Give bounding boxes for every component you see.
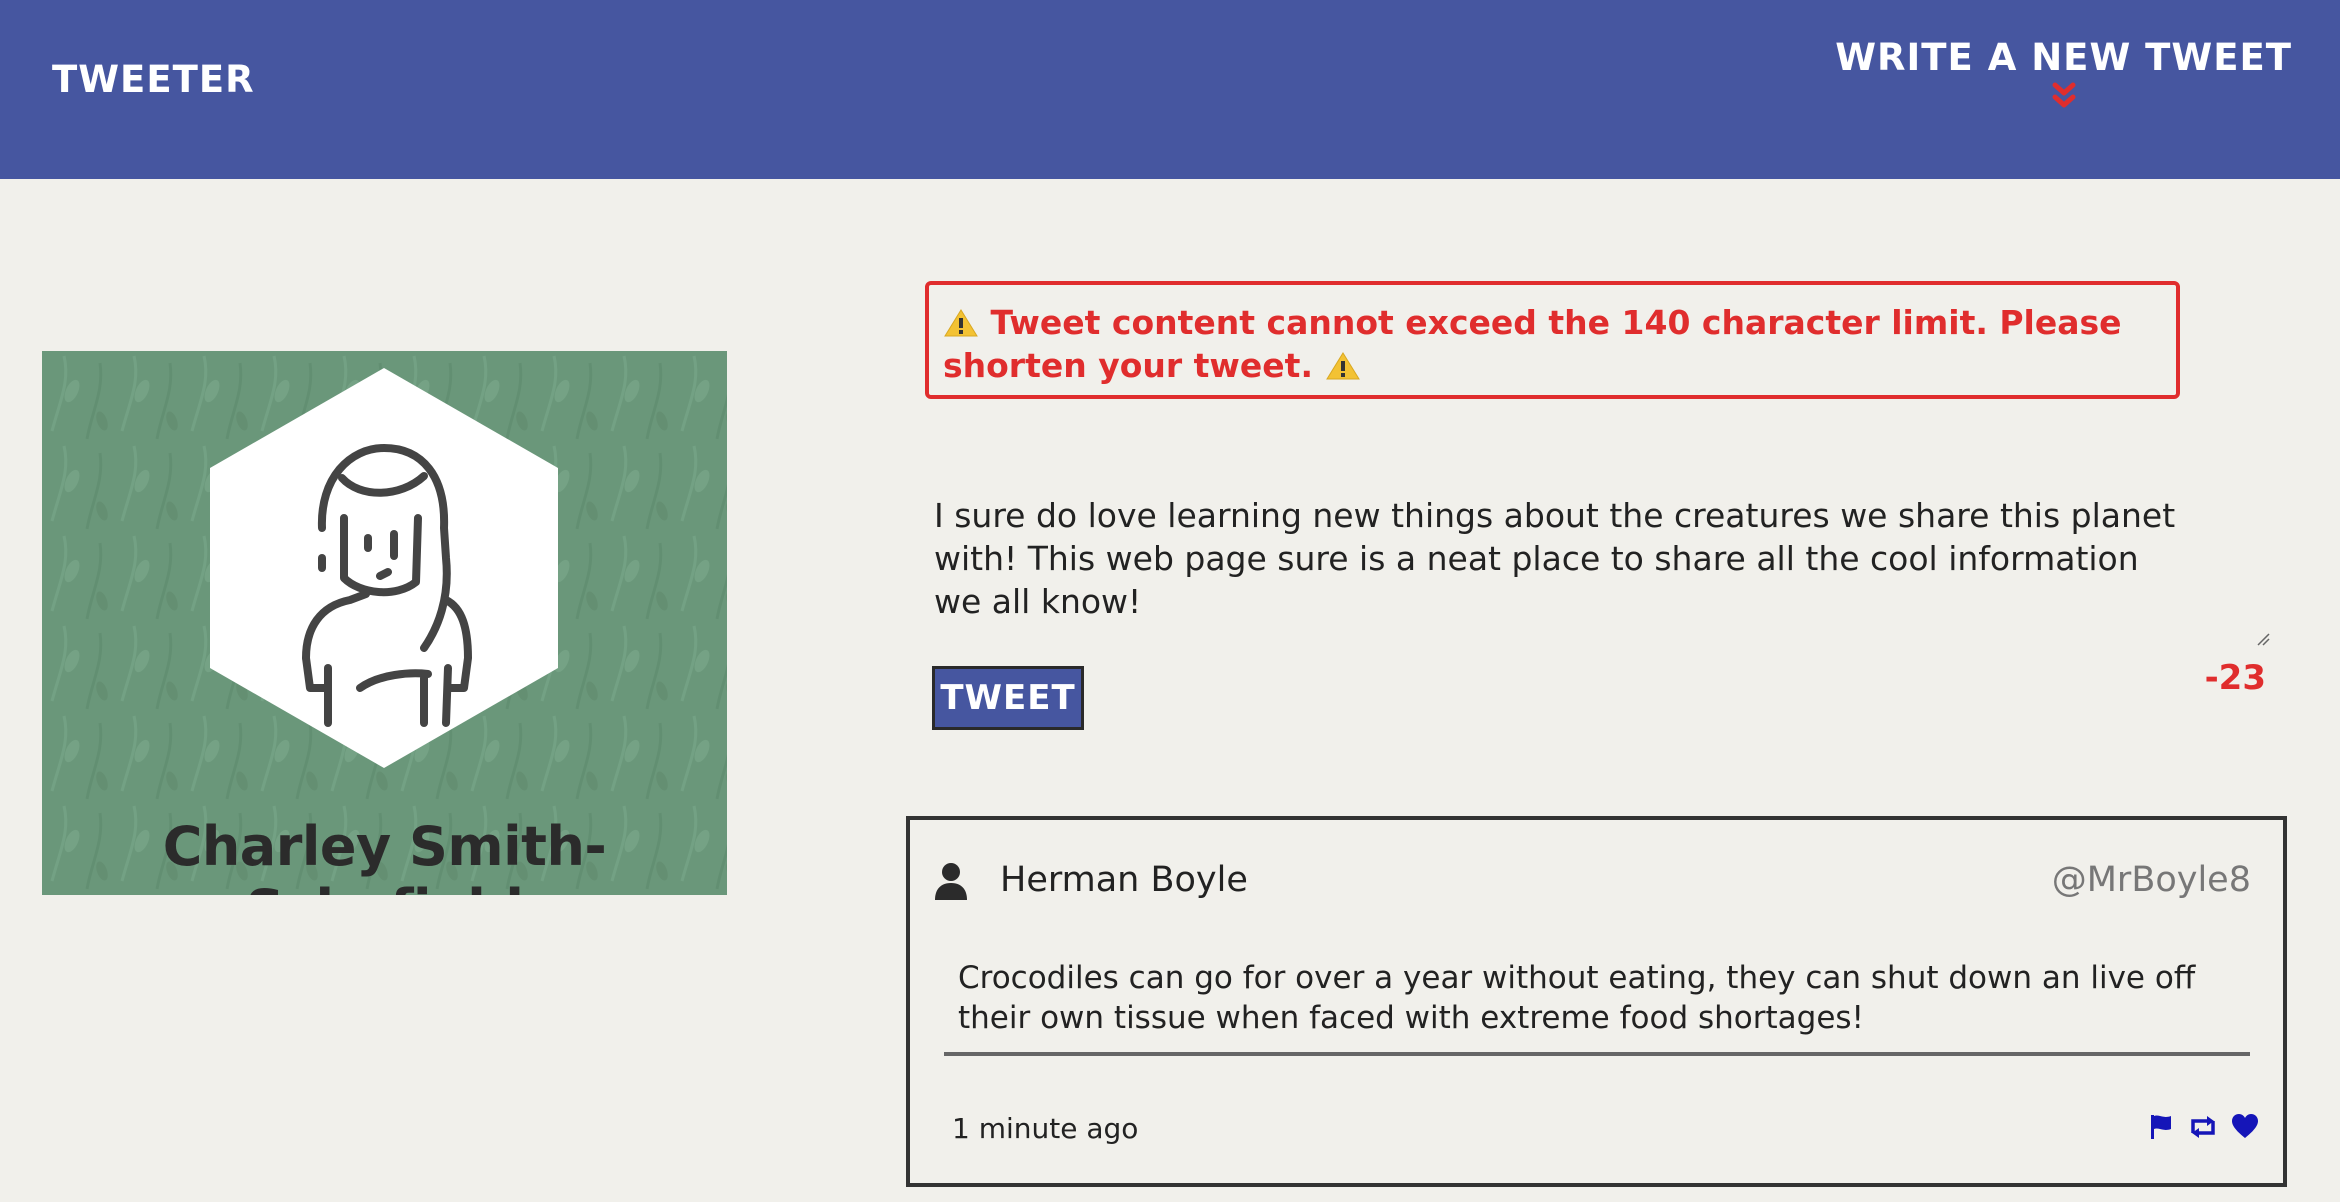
error-message: Tweet content cannot exceed the 140 char… [925, 281, 2180, 399]
warning-icon [1325, 352, 1360, 380]
heart-icon[interactable] [2231, 1113, 2259, 1141]
character-counter: -23 [2204, 658, 2266, 698]
tweet-card: Herman Boyle @MrBoyle8 Crocodiles can go… [906, 816, 2287, 1187]
top-nav: TWEETER WRITE A NEW TWEET [0, 0, 2340, 179]
brand-logo[interactable]: TWEETER [52, 58, 255, 101]
tweet-author: Herman Boyle [1000, 860, 1248, 900]
flag-icon[interactable] [2147, 1113, 2175, 1141]
resize-handle-icon[interactable] [2256, 632, 2270, 646]
double-chevron-down-icon [2052, 82, 2076, 108]
tweet-textarea[interactable]: I sure do love learning new things about… [932, 492, 2186, 646]
profile-card: Charley Smith-Schofield [42, 351, 727, 895]
tweet-content: Crocodiles can go for over a year withou… [958, 960, 2196, 1036]
avatar [210, 368, 558, 768]
write-new-tweet-button[interactable]: WRITE A NEW TWEET [1835, 36, 2292, 113]
tweet-timestamp: 1 minute ago [952, 1112, 1139, 1145]
user-icon [935, 863, 967, 900]
error-text: Tweet content cannot exceed the 140 char… [943, 303, 2122, 385]
profile-name: Charley Smith-Schofield [162, 815, 607, 895]
tweet-divider [944, 1052, 2250, 1056]
tweet-handle: @MrBoyle8 [2051, 860, 2251, 900]
write-new-tweet-label: WRITE A NEW TWEET [1835, 36, 2292, 79]
warning-icon [944, 309, 978, 337]
tweet-actions [2147, 1113, 2259, 1141]
retweet-icon[interactable] [2187, 1113, 2219, 1141]
tweet-submit-button[interactable]: TWEET [932, 666, 1084, 730]
